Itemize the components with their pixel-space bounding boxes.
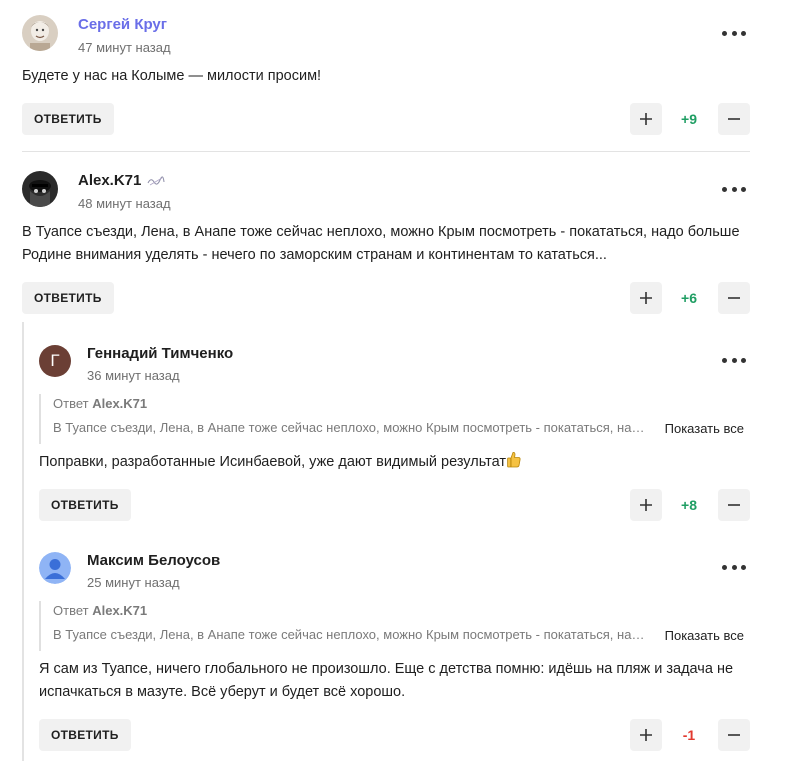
minus-icon	[728, 297, 740, 299]
comment-time: 36 минут назад	[87, 368, 180, 383]
vote-score: +6	[681, 290, 697, 306]
avatar[interactable]	[22, 15, 58, 51]
reply-prefix: Ответ	[53, 603, 89, 618]
minus-icon	[728, 504, 740, 506]
reply-prefix: Ответ	[53, 396, 89, 411]
comment-author[interactable]: Максим Белоусов	[87, 552, 220, 569]
comment-text-content: Поправки, разработанные Исинбаевой, уже …	[39, 454, 506, 470]
vote-score: -1	[682, 727, 696, 743]
more-dots-icon[interactable]	[722, 182, 746, 196]
downvote-button[interactable]	[718, 282, 750, 314]
comment-text-line: испачкаться в мазуте. Всё уберут и будет…	[39, 684, 406, 700]
quoted-author[interactable]: Alex.K71	[92, 396, 147, 411]
downvote-button[interactable]	[718, 103, 750, 135]
plus-icon	[640, 499, 652, 511]
avatar[interactable]	[39, 552, 71, 584]
reply-button[interactable]: ОТВЕТИТЬ	[39, 719, 131, 751]
plus-icon	[640, 292, 652, 304]
upvote-button[interactable]	[630, 719, 662, 751]
comment-author[interactable]: Сергей Круг	[78, 16, 167, 33]
avatar[interactable]	[22, 171, 58, 207]
thumbs-up-emoji-icon	[507, 452, 521, 468]
comment-time: 48 минут назад	[78, 196, 171, 211]
avatar[interactable]: Г	[39, 345, 71, 377]
comment-text: Будете у нас на Колыме — милости просим!	[22, 68, 322, 84]
quoted-text: В Туапсе съезди, Лена, в Анапе тоже сейч…	[53, 627, 645, 642]
comment-author[interactable]: Alex.K71	[78, 172, 165, 189]
upvote-button[interactable]	[630, 103, 662, 135]
comment-text-line: Родине внимания уделять - нечего по замо…	[22, 247, 607, 263]
comment-text-line: В Туапсе съезди, Лена, в Анапе тоже сейч…	[22, 224, 740, 240]
comment-text-line: Я сам из Туапсе, ничего глобального не п…	[39, 661, 734, 677]
comment-divider	[22, 151, 750, 152]
avatar-photo-icon	[22, 15, 58, 51]
vote-score: +9	[681, 111, 697, 127]
quote-header: Ответ Alex.K71	[53, 396, 147, 411]
avatar-photo-icon	[22, 171, 58, 207]
author-name: Alex.K71	[78, 172, 142, 189]
quoted-author[interactable]: Alex.K71	[92, 603, 147, 618]
quoted-text: В Туапсе съезди, Лена, в Анапе тоже сейч…	[53, 420, 645, 435]
vote-score: +8	[681, 497, 697, 513]
thread-line	[22, 322, 24, 761]
minus-icon	[728, 734, 740, 736]
upvote-button[interactable]	[630, 282, 662, 314]
default-user-icon	[39, 552, 71, 584]
more-dots-icon[interactable]	[722, 353, 746, 367]
show-all-link[interactable]: Показать все	[665, 421, 744, 436]
plus-icon	[640, 113, 652, 125]
reply-button[interactable]: ОТВЕТИТЬ	[22, 282, 114, 314]
comment-text: Поправки, разработанные Исинбаевой, уже …	[39, 451, 521, 474]
more-dots-icon[interactable]	[722, 26, 746, 40]
show-all-link[interactable]: Показать все	[665, 628, 744, 643]
quote-header: Ответ Alex.K71	[53, 603, 147, 618]
user-badge-icon	[147, 176, 165, 185]
upvote-button[interactable]	[630, 489, 662, 521]
plus-icon	[640, 729, 652, 741]
reply-quote: Ответ Alex.K71 В Туапсе съезди, Лена, в …	[39, 394, 744, 444]
comment-time: 47 минут назад	[78, 40, 171, 55]
minus-icon	[728, 118, 740, 120]
downvote-button[interactable]	[718, 719, 750, 751]
comment-author[interactable]: Геннадий Тимченко	[87, 345, 233, 362]
comment-time: 25 минут назад	[87, 575, 180, 590]
reply-quote: Ответ Alex.K71 В Туапсе съезди, Лена, в …	[39, 601, 744, 651]
downvote-button[interactable]	[718, 489, 750, 521]
reply-button[interactable]: ОТВЕТИТЬ	[22, 103, 114, 135]
more-dots-icon[interactable]	[722, 560, 746, 574]
reply-button[interactable]: ОТВЕТИТЬ	[39, 489, 131, 521]
